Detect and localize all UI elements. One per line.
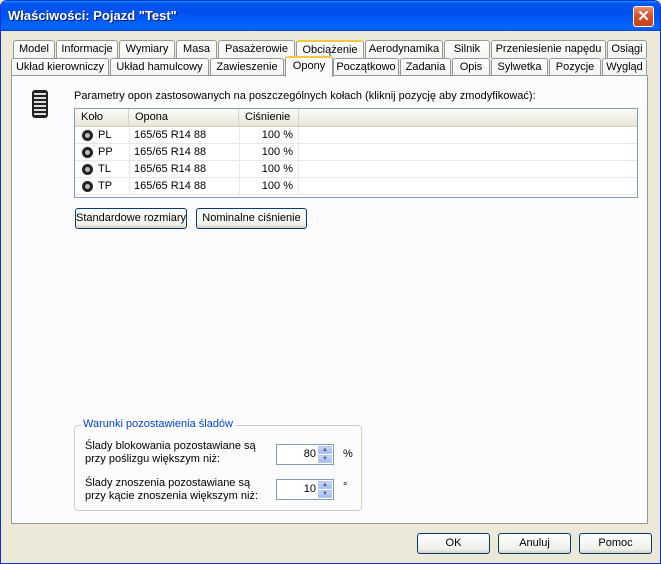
- tire-pressure: 100 %: [261, 180, 293, 192]
- table-row[interactable]: PL 165/65 R14 88 100 %: [75, 127, 637, 144]
- tab-uklad-kierowniczy[interactable]: Układ kierowniczy: [11, 58, 109, 76]
- ok-button[interactable]: OK: [417, 533, 490, 554]
- column-divider: [298, 178, 299, 195]
- blocking-threshold-stepper[interactable]: 80 ▲ ▼: [276, 444, 334, 465]
- help-button[interactable]: Pomoc: [579, 533, 652, 554]
- window-title: Właściwości: Pojazd "Test": [8, 8, 177, 23]
- tab-informacje[interactable]: Informacje: [56, 40, 118, 58]
- column-divider: [298, 127, 299, 144]
- properties-dialog: Właściwości: Pojazd "Test" ✕ Model Infor…: [0, 0, 661, 564]
- wear-label-line2: przy kącie znoszenia większym niż:: [85, 490, 259, 502]
- tires-list-header: Koło Opona Ciśnienie: [75, 109, 637, 127]
- tab-poczatkowo[interactable]: Początkowo: [333, 58, 399, 76]
- spin-down-icon[interactable]: ▼: [318, 490, 332, 498]
- wear-threshold-value[interactable]: 10: [304, 483, 316, 495]
- column-divider: [129, 127, 130, 144]
- tab-masa[interactable]: Masa: [176, 40, 217, 58]
- spin-down-icon[interactable]: ▼: [318, 455, 332, 463]
- tab-opis[interactable]: Opis: [452, 58, 490, 76]
- tab-osiagi[interactable]: Osiągi: [607, 40, 647, 58]
- spin-up-icon[interactable]: ▲: [318, 446, 332, 454]
- column-divider: [129, 178, 130, 195]
- tire-size: 165/65 R14 88: [134, 129, 207, 141]
- wheel-icon: [82, 181, 93, 192]
- tab-wyglad[interactable]: Wygląd: [602, 58, 647, 76]
- tab-model[interactable]: Model: [13, 40, 55, 58]
- column-header-wheel[interactable]: Koło: [75, 109, 129, 126]
- tires-list[interactable]: Koło Opona Ciśnienie PL 165/65 R14 88 10…: [74, 108, 638, 198]
- wheel-position: TL: [98, 163, 111, 175]
- tab-zadania[interactable]: Zadania: [400, 58, 451, 76]
- tab-sylwetka[interactable]: Sylwetka: [491, 58, 548, 76]
- wear-unit: °: [343, 481, 348, 493]
- tire-size: 165/65 R14 88: [134, 146, 207, 158]
- tab-opony[interactable]: Opony: [285, 56, 333, 77]
- table-row[interactable]: TL 165/65 R14 88 100 %: [75, 161, 637, 178]
- tires-hint: Parametry opon zastosowanych na poszczeg…: [74, 90, 536, 102]
- wear-threshold-stepper[interactable]: 10 ▲ ▼: [276, 479, 334, 500]
- table-row[interactable]: PP 165/65 R14 88 100 %: [75, 144, 637, 161]
- tire-pressure: 100 %: [261, 129, 293, 141]
- wear-label-line1: Ślady znoszenia pozostawiane są: [85, 477, 251, 489]
- column-divider: [298, 144, 299, 161]
- wheel-position: PL: [98, 129, 112, 141]
- wheel-icon: [82, 164, 93, 175]
- tab-silnik[interactable]: Silnik: [444, 40, 490, 58]
- tab-panel-opony: Parametry opon zastosowanych na poszczeg…: [11, 75, 648, 524]
- blocking-unit: %: [343, 448, 353, 460]
- blocking-label-line2: przy poślizgu większym niż:: [85, 453, 221, 465]
- tire-icon: [32, 90, 48, 118]
- close-button[interactable]: ✕: [633, 6, 654, 27]
- blocking-threshold-value[interactable]: 80: [304, 448, 316, 460]
- spin-up-icon[interactable]: ▲: [318, 481, 332, 489]
- tab-pozycje[interactable]: Pozycje: [549, 58, 601, 76]
- traces-group-title: Warunki pozostawienia śladów: [81, 418, 235, 430]
- nominal-pressure-button[interactable]: Nominalne ciśnienie: [196, 208, 307, 229]
- column-divider: [298, 161, 299, 178]
- tire-pressure: 100 %: [261, 163, 293, 175]
- tire-size: 165/65 R14 88: [134, 180, 207, 192]
- tab-uklad-hamulcowy[interactable]: Układ hamulcowy: [110, 58, 209, 76]
- standard-sizes-button[interactable]: Standardowe rozmiary: [75, 208, 187, 229]
- table-row[interactable]: TP 165/65 R14 88 100 %: [75, 178, 637, 195]
- traces-groupbox: Warunki pozostawienia śladów Ślady bloko…: [74, 418, 362, 511]
- tire-size: 165/65 R14 88: [134, 163, 207, 175]
- tab-przeniesienie-napedu[interactable]: Przeniesienie napędu: [491, 40, 606, 58]
- tab-zawieszenie[interactable]: Zawieszenie: [210, 58, 284, 76]
- wheel-icon: [82, 130, 93, 141]
- wear-spin-arrows[interactable]: ▲ ▼: [318, 481, 332, 498]
- wheel-position: TP: [98, 180, 113, 192]
- column-divider: [129, 144, 130, 161]
- tab-pasazerowie[interactable]: Pasażerowie: [218, 40, 295, 58]
- tire-pressure: 100 %: [261, 146, 293, 158]
- blocking-label-line1: Ślady blokowania pozostawiane są: [85, 440, 256, 452]
- wheel-icon: [82, 147, 93, 158]
- blocking-spin-arrows[interactable]: ▲ ▼: [318, 446, 332, 463]
- title-bar[interactable]: Właściwości: Pojazd "Test" ✕: [1, 1, 660, 31]
- cancel-button[interactable]: Anuluj: [498, 533, 571, 554]
- column-divider: [129, 161, 130, 178]
- column-header-pressure[interactable]: Ciśnienie: [239, 109, 299, 126]
- tab-wymiary[interactable]: Wymiary: [119, 40, 175, 58]
- tab-aerodynamika[interactable]: Aerodynamika: [365, 40, 443, 58]
- column-header-tire[interactable]: Opona: [129, 109, 239, 126]
- wheel-position: PP: [98, 146, 113, 158]
